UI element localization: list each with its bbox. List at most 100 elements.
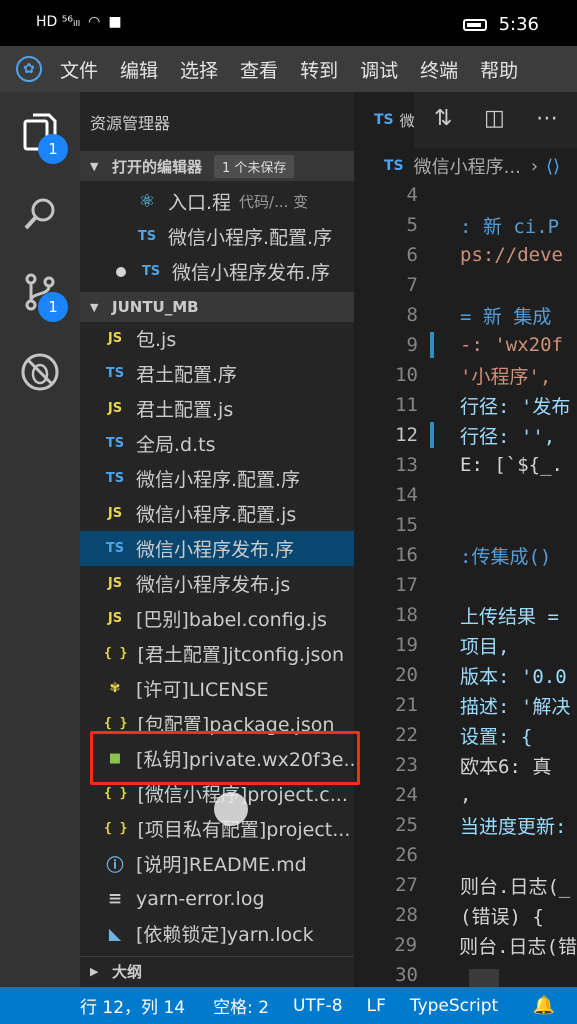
line-number: 26 xyxy=(395,844,418,866)
open-editor-item[interactable]: TS 微信小程序发布.序 xyxy=(80,254,354,289)
typescript-icon: TS xyxy=(105,471,125,486)
code-line: 24, xyxy=(354,780,577,810)
file-item[interactable]: ≡ yarn-error.log xyxy=(80,881,354,916)
code-line: 12 行径: '', xyxy=(354,420,577,450)
file-item-selected[interactable]: TS 微信小程序发布.序 xyxy=(80,531,354,566)
line-number: 9 xyxy=(406,334,418,356)
menu-help[interactable]: 帮助 xyxy=(480,56,518,83)
tab-label: 微 xyxy=(399,111,415,130)
breadcrumb-separator: › xyxy=(530,155,539,177)
more-actions-icon[interactable]: ⋯ xyxy=(536,106,558,131)
file-item[interactable]: JS 包.js xyxy=(80,321,354,356)
line-number: 25 xyxy=(395,814,418,836)
language-mode[interactable]: TypeScript xyxy=(410,996,498,1016)
file-label: 微信小程序发布.js xyxy=(136,574,291,596)
typescript-icon: TS xyxy=(137,229,157,244)
line-number: 11 xyxy=(395,394,418,416)
file-item[interactable]: { } [君土配置]jtconfig.json xyxy=(80,636,354,671)
typescript-icon: TS xyxy=(141,264,161,279)
phone-status-right: 5:36 xyxy=(462,14,539,35)
file-label: 微信小程序.配置.序 xyxy=(136,469,301,491)
chevron-down-icon: ▼ xyxy=(90,300,99,314)
touch-indicator xyxy=(214,792,248,826)
file-label: 君土配置.js xyxy=(136,399,234,421)
editor-tab-active[interactable]: TS 微 xyxy=(354,92,415,148)
notification-bell-icon[interactable]: 🔔 xyxy=(533,995,555,1016)
line-number: 19 xyxy=(395,634,418,656)
search-icon[interactable] xyxy=(18,192,62,236)
app-logo-icon: ✿ xyxy=(16,56,42,82)
file-label: [许可]LICENSE xyxy=(136,679,269,701)
indentation[interactable]: 空格: 2 xyxy=(213,993,269,1018)
open-editor-label: 入口.程 xyxy=(168,192,232,214)
file-item[interactable]: TS 全局.d.ts xyxy=(80,426,354,461)
menu-go[interactable]: 转到 xyxy=(300,56,338,83)
code-line: 27 则台.日志(_ xyxy=(354,870,577,900)
line-number: 22 xyxy=(395,724,418,746)
open-editor-item[interactable]: TS 微信小程序.配置.序 xyxy=(80,219,354,254)
sidebar-title: 资源管理器 xyxy=(90,114,171,133)
json-icon: { } xyxy=(104,786,128,801)
project-header[interactable]: ▼ JUNTU_MB xyxy=(80,292,354,322)
menu-terminal[interactable]: 终端 xyxy=(420,56,458,83)
code-line: 6 ps://deve xyxy=(354,240,577,270)
file-label: 全局.d.ts xyxy=(136,434,216,456)
file-label: 微信小程序发布.序 xyxy=(136,539,295,561)
code-text: 行径: '', xyxy=(460,425,556,448)
file-label: [君土配置]jtconfig.json xyxy=(137,644,345,666)
code-line: 9 -: 'wx20f xyxy=(354,330,577,360)
file-item[interactable]: ◣ [依赖锁定]yarn.lock xyxy=(80,916,354,951)
info-icon: ⓘ xyxy=(106,856,124,876)
menu-selection[interactable]: 选择 xyxy=(180,56,218,83)
debug-icon[interactable] xyxy=(18,350,62,394)
file-item[interactable]: JS 君土配置.js xyxy=(80,391,354,426)
code-text: 行径: '发布 xyxy=(460,395,571,418)
menu-view[interactable]: 查看 xyxy=(240,56,278,83)
line-number: 7 xyxy=(406,274,418,296)
line-ending[interactable]: LF xyxy=(367,996,386,1016)
code-line: 16:传集成() xyxy=(354,540,577,570)
split-editor-icon[interactable]: ◫ xyxy=(484,106,505,131)
file-item[interactable]: ⓘ [说明]README.md xyxy=(80,846,354,881)
javascript-icon: JS xyxy=(107,506,123,521)
unsaved-dot-icon xyxy=(116,266,126,277)
code-line: 8 = 新 集成 xyxy=(354,300,577,330)
menu-edit[interactable]: 编辑 xyxy=(120,56,158,83)
javascript-icon: JS xyxy=(107,331,123,346)
explorer-sidebar: 资源管理器 ▼ 打开的编辑器 1 个未保存 ⚛ 入口.程 代码/... 变 TS… xyxy=(80,92,432,987)
code-editor[interactable]: 4 5: 新 ci.P 6 ps://deve 7 8 = 新 集成 9 -: 'wx20f 1… xyxy=(354,184,577,987)
code-line: 13 E: [`${_. xyxy=(354,450,577,480)
compare-changes-icon[interactable]: ⇅ xyxy=(434,106,452,131)
menu-debug[interactable]: 调试 xyxy=(360,56,398,83)
cursor-position[interactable]: 行 12，列 14 xyxy=(80,993,185,1018)
open-editor-label: 微信小程序发布.序 xyxy=(172,262,331,284)
file-item[interactable]: JS 微信小程序.配置.js xyxy=(80,496,354,531)
status-bar: 行 12，列 14 空格: 2 UTF-8 LF TypeScript 🔔 xyxy=(0,987,577,1024)
outline-header[interactable]: ▶ 大纲 xyxy=(80,956,354,986)
file-item[interactable]: JS [巴别]babel.config.js xyxy=(80,601,354,636)
breadcrumb-file[interactable]: 微信小程序... xyxy=(414,153,521,179)
code-line: 11 行径: '发布 xyxy=(354,390,577,420)
editor-scrollbar[interactable] xyxy=(469,969,499,987)
menu-file[interactable]: 文件 xyxy=(60,56,98,83)
file-item[interactable]: TS 微信小程序.配置.序 xyxy=(80,461,354,496)
code-text: (错误) { xyxy=(460,905,544,928)
typescript-icon: TS xyxy=(384,158,404,174)
file-item[interactable]: JS 微信小程序发布.js xyxy=(80,566,354,601)
line-number: 28 xyxy=(395,904,418,926)
encoding[interactable]: UTF-8 xyxy=(293,996,343,1016)
file-label: yarn-error.log xyxy=(136,887,265,910)
line-number: 18 xyxy=(395,604,418,626)
typescript-icon: TS xyxy=(105,541,125,556)
source-control-badge: 1 xyxy=(38,292,68,322)
code-text: 项目, xyxy=(460,635,510,658)
code-line: 5: 新 ci.P xyxy=(354,210,577,240)
code-line: 19 项目, xyxy=(354,630,577,660)
open-editors-header[interactable]: ▼ 打开的编辑器 1 个未保存 xyxy=(80,151,354,181)
code-text: 则台.日志(_ xyxy=(460,875,571,898)
open-editor-item[interactable]: ⚛ 入口.程 代码/... 变 xyxy=(80,184,354,219)
code-text: 上传结果 = xyxy=(460,605,559,628)
file-item[interactable]: ✾ [许可]LICENSE xyxy=(80,671,354,706)
code-line: 17 xyxy=(354,570,577,600)
file-item[interactable]: TS 君土配置.序 xyxy=(80,356,354,391)
